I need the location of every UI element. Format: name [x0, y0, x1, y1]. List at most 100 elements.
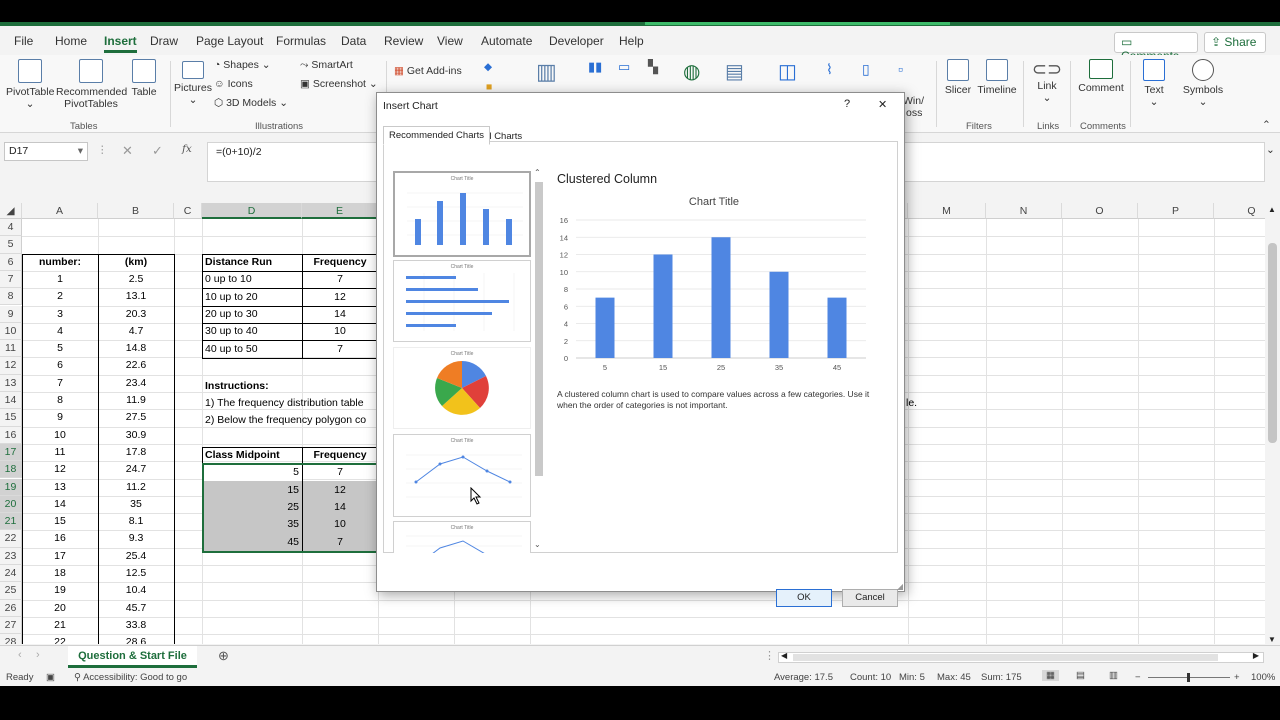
sparkline-line-icon[interactable]: ⌇: [826, 61, 833, 78]
freq-count-cell[interactable]: 14: [302, 306, 378, 323]
table-a-number-cell[interactable]: 3: [22, 306, 98, 323]
col-header-a[interactable]: A: [22, 203, 98, 219]
row-header[interactable]: 11: [0, 340, 22, 358]
table-a-km-cell[interactable]: 27.5: [98, 409, 174, 426]
freq-distance-cell[interactable]: 10 up to 20: [205, 289, 301, 306]
header-number[interactable]: number:: [22, 254, 98, 271]
table-a-km-cell[interactable]: 22.6: [98, 357, 174, 374]
status-average[interactable]: Average: 17.5: [774, 672, 833, 683]
freq-distance-cell[interactable]: 0 up to 10: [205, 271, 301, 288]
row-header[interactable]: 7: [0, 270, 22, 289]
freq-count-cell[interactable]: 7: [302, 271, 378, 288]
row-header[interactable]: 4: [0, 219, 22, 237]
freq-distance-cell[interactable]: 20 up to 30: [205, 306, 301, 323]
thumb-clustered-bar[interactable]: Chart Title: [393, 260, 531, 342]
table-a-number-cell[interactable]: 2: [22, 288, 98, 305]
row-header[interactable]: 22: [0, 530, 22, 548]
page-break-view-icon[interactable]: ▥: [1109, 670, 1118, 681]
table-a-km-cell[interactable]: 45.7: [98, 600, 174, 617]
collapse-ribbon-icon[interactable]: ⌃: [1262, 119, 1271, 131]
tab-view[interactable]: View: [437, 34, 463, 48]
scroll-up-icon[interactable]: ▲: [1268, 205, 1276, 214]
horizontal-scrollbar[interactable]: ◀ ▶: [778, 651, 1264, 663]
col-header-p[interactable]: P: [1138, 203, 1214, 219]
3d-map-icon[interactable]: ◫: [778, 59, 797, 84]
ok-button[interactable]: OK: [776, 589, 832, 607]
col-header-b[interactable]: B: [98, 203, 174, 219]
header-km[interactable]: (km): [98, 254, 174, 271]
add-sheet-icon[interactable]: ⊕: [218, 648, 229, 664]
table-a-km-cell[interactable]: 17.8: [98, 444, 174, 461]
table-a-km-cell[interactable]: 4.7: [98, 323, 174, 340]
get-addins-button[interactable]: ▦ Get Add-ins: [394, 65, 462, 77]
icons-button[interactable]: ☺ Icons: [214, 78, 253, 90]
tab-recommended-charts[interactable]: Recommended Charts: [383, 126, 491, 145]
row-header[interactable]: 9: [0, 305, 22, 323]
macro-record-icon[interactable]: ▣: [46, 672, 55, 683]
header-class-midpoint[interactable]: Class Midpoint: [205, 447, 301, 464]
freq-distance-cell[interactable]: 30 up to 40: [205, 323, 301, 340]
tab-developer[interactable]: Developer: [549, 34, 604, 48]
table-a-km-cell[interactable]: 30.9: [98, 427, 174, 444]
resize-grip-icon[interactable]: ◢: [897, 582, 903, 591]
table-a-number-cell[interactable]: 6: [22, 357, 98, 374]
freq-distance-cell[interactable]: 40 up to 50: [205, 341, 301, 358]
tab-automate[interactable]: Automate: [481, 34, 532, 48]
pivottable-button[interactable]: PivotTable ⌄: [6, 59, 54, 110]
table-a-number-cell[interactable]: 22: [22, 634, 98, 644]
tab-insert[interactable]: Insert: [104, 34, 137, 53]
row-header[interactable]: 28: [0, 634, 22, 644]
pivotchart-icon[interactable]: ▤: [725, 59, 744, 84]
instruction-line-2[interactable]: 2) Below the frequency polygon co: [205, 412, 375, 429]
tab-page-layout[interactable]: Page Layout: [196, 34, 263, 48]
recommended-charts-icon[interactable]: ▥: [536, 59, 557, 85]
row-header[interactable]: 15: [0, 409, 22, 427]
freq-count-cell[interactable]: 7: [302, 341, 378, 358]
table-a-km-cell[interactable]: 11.2: [98, 479, 174, 496]
header-distance-run[interactable]: Distance Run: [205, 254, 301, 271]
table-a-km-cell[interactable]: 9.3: [98, 530, 174, 547]
table-a-km-cell[interactable]: 14.8: [98, 340, 174, 357]
row-header[interactable]: 14: [0, 392, 22, 410]
row-header[interactable]: 6: [0, 253, 22, 271]
table-a-km-cell[interactable]: 25.4: [98, 548, 174, 565]
scroll-up-icon[interactable]: ⌃: [534, 168, 541, 177]
thumb-line-markers[interactable]: Chart Title: [393, 434, 531, 517]
comment-button[interactable]: Comment: [1076, 59, 1126, 94]
col-header-c[interactable]: C: [174, 203, 202, 219]
table-button[interactable]: Table: [128, 59, 160, 98]
horizontal-scroll-thumb[interactable]: [793, 654, 1218, 661]
thumb-pie[interactable]: Chart Title: [393, 347, 531, 429]
normal-view-icon[interactable]: ▦: [1042, 670, 1059, 681]
vertical-scroll-thumb[interactable]: [1268, 243, 1277, 443]
row-header[interactable]: 20: [0, 495, 22, 514]
scroll-right-icon[interactable]: ▶: [1253, 651, 1259, 660]
accessibility-status[interactable]: ⚲ Accessibility: Good to go: [74, 672, 187, 683]
select-all-corner[interactable]: ◢: [0, 203, 22, 219]
recommended-pivottables-button[interactable]: Recommended PivotTables: [56, 59, 127, 110]
table-a-km-cell[interactable]: 20.3: [98, 306, 174, 323]
tab-formulas[interactable]: Formulas: [276, 34, 326, 48]
table-a-number-cell[interactable]: 8: [22, 392, 98, 409]
table-a-number-cell[interactable]: 9: [22, 409, 98, 426]
zoom-level[interactable]: 100%: [1251, 672, 1275, 683]
status-min[interactable]: Min: 5: [899, 672, 925, 683]
row-header[interactable]: 18: [0, 461, 22, 479]
col-header-q[interactable]: Q: [1214, 203, 1265, 219]
row-header[interactable]: 8: [0, 288, 22, 306]
help-button[interactable]: ?: [844, 98, 850, 110]
header-frequency-2[interactable]: Frequency: [302, 447, 378, 464]
table-a-number-cell[interactable]: 1: [22, 271, 98, 288]
3d-models-button[interactable]: ⬡ 3D Models ⌄: [214, 97, 288, 109]
text-button[interactable]: Text ⌄: [1138, 59, 1170, 108]
status-count[interactable]: Count: 10: [850, 672, 891, 683]
smartart-button[interactable]: ⤳ SmartArt: [300, 59, 353, 72]
col-header-d[interactable]: D: [202, 203, 302, 219]
tab-help[interactable]: Help: [619, 34, 644, 48]
timeline-button[interactable]: Timeline: [976, 59, 1018, 96]
row-header[interactable]: 16: [0, 426, 22, 444]
table-a-number-cell[interactable]: 16: [22, 530, 98, 547]
col-header-o[interactable]: O: [1062, 203, 1138, 219]
instruction-line-1[interactable]: 1) The frequency distribution table: [205, 395, 375, 412]
table-a-km-cell[interactable]: 28.6: [98, 634, 174, 644]
